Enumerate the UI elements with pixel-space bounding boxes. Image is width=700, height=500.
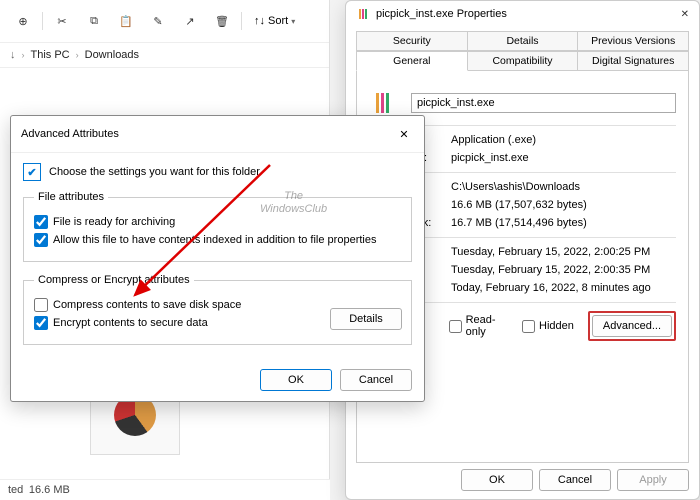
tab-security[interactable]: Security bbox=[356, 31, 468, 51]
location-value: C:\Users\ashis\Downloads bbox=[451, 181, 580, 193]
archive-label: File is ready for archiving bbox=[53, 216, 175, 228]
status-size: 16.6 MB bbox=[29, 484, 70, 496]
new-folder-icon[interactable]: ⊕ bbox=[10, 8, 36, 34]
intro-row: ✔ Choose the settings you want for this … bbox=[23, 163, 412, 181]
nav-down-icon[interactable]: ↓ bbox=[10, 49, 16, 61]
breadcrumb[interactable]: ↓ › This PC › Downloads bbox=[0, 43, 329, 68]
readonly-label: Read-only bbox=[466, 314, 508, 338]
file-type-icon bbox=[369, 89, 397, 117]
group-compress-encrypt: Compress or Encrypt attributes bbox=[34, 274, 194, 286]
created-value: Tuesday, February 15, 2022, 2:00:25 PM bbox=[451, 246, 650, 258]
details-button[interactable]: Details bbox=[330, 308, 402, 330]
compress-checkbox[interactable] bbox=[34, 298, 48, 312]
index-row[interactable]: Allow this file to have contents indexed… bbox=[34, 233, 401, 247]
apply-button[interactable]: Apply bbox=[617, 469, 689, 491]
sort-label: Sort bbox=[268, 15, 288, 27]
advanced-highlight: Advanced... bbox=[588, 311, 676, 341]
index-checkbox[interactable] bbox=[34, 233, 48, 247]
modified-value: Tuesday, February 15, 2022, 2:00:35 PM bbox=[451, 264, 650, 276]
tab-compatibility[interactable]: Compatibility bbox=[468, 51, 579, 71]
advanced-attributes-dialog: Advanced Attributes ✕ ✔ Choose the setti… bbox=[10, 115, 425, 402]
index-label: Allow this file to have contents indexed… bbox=[53, 234, 376, 246]
readonly-row[interactable]: Read-only bbox=[449, 314, 508, 338]
properties-footer: OK Cancel Apply bbox=[461, 469, 689, 491]
copy-icon[interactable]: ⧉ bbox=[81, 8, 107, 34]
breadcrumb-folder[interactable]: Downloads bbox=[85, 49, 139, 61]
close-icon[interactable]: ✕ bbox=[681, 9, 689, 20]
explorer-toolbar: ⊕ ✂ ⧉ 📋 ✎ ↗ 🗑 ↑↓ Sort ▾ bbox=[0, 0, 329, 43]
app-icon bbox=[356, 7, 370, 21]
breadcrumb-root[interactable]: This PC bbox=[31, 49, 70, 61]
sort-menu[interactable]: ↑↓ Sort ▾ bbox=[248, 12, 301, 30]
tab-previous-versions[interactable]: Previous Versions bbox=[578, 31, 689, 51]
size-value: 16.6 MB (17,507,632 bytes) bbox=[451, 199, 587, 211]
compress-encrypt-group: Compress or Encrypt attributes Compress … bbox=[23, 274, 412, 345]
paste-icon[interactable]: 📋 bbox=[113, 8, 139, 34]
status-bar: ted 16.6 MB bbox=[0, 479, 330, 500]
cancel-button[interactable]: Cancel bbox=[340, 369, 412, 391]
cancel-button[interactable]: Cancel bbox=[539, 469, 611, 491]
folder-settings-icon: ✔ bbox=[23, 163, 41, 181]
archive-checkbox[interactable] bbox=[34, 215, 48, 229]
advanced-button[interactable]: Advanced... bbox=[592, 315, 672, 337]
delete-icon[interactable]: 🗑 bbox=[209, 8, 235, 34]
tab-general[interactable]: General bbox=[356, 51, 468, 71]
encrypt-label: Encrypt contents to secure data bbox=[53, 317, 208, 329]
description-value: picpick_inst.exe bbox=[451, 152, 529, 164]
filename-input[interactable] bbox=[411, 93, 676, 113]
sort-icon: ↑↓ bbox=[254, 15, 265, 27]
file-attributes-group: File attributes File is ready for archiv… bbox=[23, 191, 412, 262]
dialog-titlebar: Advanced Attributes ✕ bbox=[11, 116, 424, 153]
size-on-disk-value: 16.7 MB (17,514,496 bytes) bbox=[451, 217, 587, 229]
hidden-row[interactable]: Hidden bbox=[522, 320, 574, 333]
ok-button[interactable]: OK bbox=[260, 369, 332, 391]
archive-row[interactable]: File is ready for archiving bbox=[34, 215, 401, 229]
properties-titlebar: picpick_inst.exe Properties ✕ bbox=[346, 1, 699, 27]
readonly-checkbox[interactable] bbox=[449, 320, 462, 333]
chevron-down-icon: ▾ bbox=[291, 17, 295, 26]
properties-title: picpick_inst.exe Properties bbox=[376, 8, 507, 20]
rename-icon[interactable]: ✎ bbox=[145, 8, 171, 34]
tab-details[interactable]: Details bbox=[468, 31, 579, 51]
tab-digital-signatures[interactable]: Digital Signatures bbox=[578, 51, 689, 71]
compress-label: Compress contents to save disk space bbox=[53, 299, 241, 311]
intro-text: Choose the settings you want for this fo… bbox=[49, 166, 262, 178]
dialog-title: Advanced Attributes bbox=[21, 128, 119, 140]
properties-tabs: Security Details Previous Versions Gener… bbox=[346, 27, 699, 71]
encrypt-checkbox[interactable] bbox=[34, 316, 48, 330]
hidden-checkbox[interactable] bbox=[522, 320, 535, 333]
accessed-value: Today, February 16, 2022, 8 minutes ago bbox=[451, 282, 651, 294]
group-file-attributes: File attributes bbox=[34, 191, 108, 203]
hidden-label: Hidden bbox=[539, 320, 574, 332]
share-icon[interactable]: ↗ bbox=[177, 8, 203, 34]
cut-icon[interactable]: ✂ bbox=[49, 8, 75, 34]
ok-button[interactable]: OK bbox=[461, 469, 533, 491]
close-icon[interactable]: ✕ bbox=[394, 124, 414, 144]
type-value: Application (.exe) bbox=[451, 134, 536, 146]
